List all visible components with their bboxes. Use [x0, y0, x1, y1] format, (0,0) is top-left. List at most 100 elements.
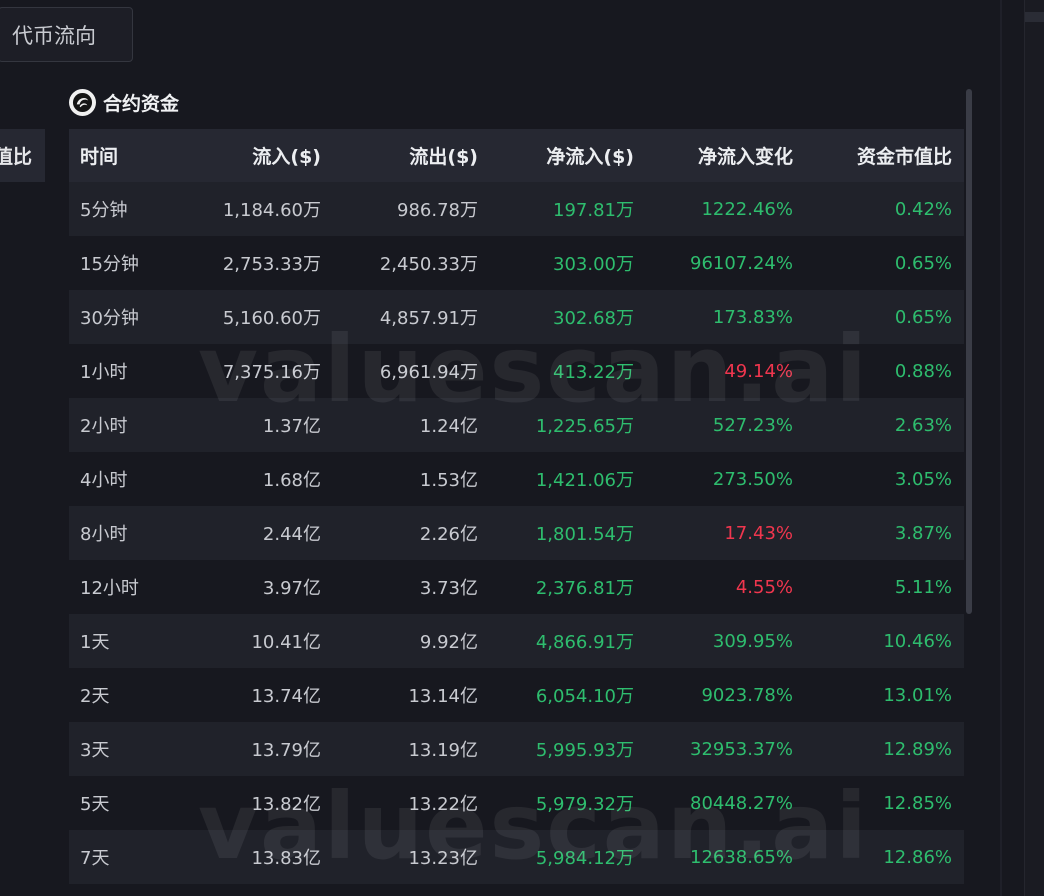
cell-outflow: 13.19亿 [408, 740, 478, 761]
page: 代币流向 值比 合约资金 时间 流入($) 流出($) 净流入($) 净流入变化… [0, 0, 1044, 896]
section-header: 合约资金 [69, 88, 179, 116]
cell-net-inflow: 6,054.10万 [535, 686, 634, 707]
cell-outflow: 1.53亿 [419, 470, 478, 491]
panel-divider [1000, 0, 1002, 896]
table-body: 5分钟 1,184.60万 986.78万 197.81万 1222.46% 0.42% 1… [69, 182, 964, 884]
cell-fund-market-cap-ratio: 10.46% [883, 630, 952, 652]
table-row[interactable]: 1小时 7,375.16万 6,961.94万 413.22万 49.14% 0.88% [69, 344, 964, 398]
cell-net-inflow: 2,376.81万 [535, 578, 634, 599]
cell-outflow: 986.78万 [397, 200, 478, 221]
cell-net-inflow-change: 1222.46% [701, 198, 793, 220]
cell-net-inflow-change: 173.83% [712, 306, 793, 328]
tab-token-flow[interactable]: 代币流向 [0, 7, 133, 62]
cell-net-inflow: 5,979.32万 [535, 794, 634, 815]
cell-time: 15分钟 [80, 254, 139, 275]
cell-net-inflow-change: 273.50% [712, 468, 793, 490]
header-time[interactable]: 时间 [69, 142, 164, 169]
cell-fund-market-cap-ratio: 13.01% [883, 684, 952, 706]
cell-net-inflow-change: 80448.27% [690, 792, 793, 814]
table-row[interactable]: 5天 13.82亿 13.22亿 5,979.32万 80448.27% 12.85% [69, 776, 964, 830]
cell-net-inflow-change: 12638.65% [690, 846, 793, 868]
left-table-header-fragment: 值比 [0, 129, 45, 182]
cell-inflow: 13.83亿 [251, 848, 321, 869]
cell-inflow: 5,160.60万 [222, 308, 321, 329]
table-row[interactable]: 15分钟 2,753.33万 2,450.33万 303.00万 96107.24% 0.… [69, 236, 964, 290]
cell-inflow: 7,375.16万 [222, 362, 321, 383]
cell-inflow: 3.97亿 [262, 578, 321, 599]
cell-fund-market-cap-ratio: 3.87% [894, 522, 952, 544]
cell-time: 5分钟 [80, 200, 128, 221]
cell-time: 2天 [80, 686, 110, 707]
cell-time: 5天 [80, 794, 110, 815]
cell-inflow: 13.74亿 [251, 686, 321, 707]
cell-net-inflow: 1,225.65万 [535, 416, 634, 437]
cell-net-inflow: 4,866.91万 [535, 632, 634, 653]
cell-inflow: 2,753.33万 [222, 254, 321, 275]
cell-outflow: 4,857.91万 [379, 308, 478, 329]
cell-net-inflow-change: 9023.78% [701, 684, 793, 706]
cell-net-inflow-change: 49.14% [724, 360, 793, 382]
table-row[interactable]: 8小时 2.44亿 2.26亿 1,801.54万 17.43% 3.87% [69, 506, 964, 560]
cell-fund-market-cap-ratio: 5.11% [894, 576, 952, 598]
contract-funds-table: 时间 流入($) 流出($) 净流入($) 净流入变化 资金市值比 5分钟 1,1… [69, 129, 964, 884]
cell-inflow: 1,184.60万 [222, 200, 321, 221]
cell-time: 8小时 [80, 524, 128, 545]
cell-fund-market-cap-ratio: 0.65% [894, 306, 952, 328]
cell-time: 1小时 [80, 362, 128, 383]
cell-net-inflow: 413.22万 [553, 362, 634, 383]
table-row[interactable]: 2天 13.74亿 13.14亿 6,054.10万 9023.78% 13.01% [69, 668, 964, 722]
table-row[interactable]: 1天 10.41亿 9.92亿 4,866.91万 309.95% 10.46% [69, 614, 964, 668]
cell-inflow: 13.79亿 [251, 740, 321, 761]
section-title: 合约资金 [103, 92, 180, 115]
cell-fund-market-cap-ratio: 3.05% [894, 468, 952, 490]
cell-outflow: 2.26亿 [419, 524, 478, 545]
table-header-row: 时间 流入($) 流出($) 净流入($) 净流入变化 资金市值比 [69, 129, 964, 182]
cell-inflow: 1.68亿 [262, 470, 321, 491]
table-row[interactable]: 3天 13.79亿 13.19亿 5,995.93万 32953.37% 12.89% [69, 722, 964, 776]
table-row[interactable]: 7天 13.83亿 13.23亿 5,984.12万 12638.65% 12.86% [69, 830, 964, 884]
right-side-panel [1024, 0, 1044, 896]
header-inflow[interactable]: 流入($) [164, 142, 321, 169]
cell-outflow: 6,961.94万 [379, 362, 478, 383]
header-net-inflow-change[interactable]: 净流入变化 [634, 142, 793, 169]
cell-net-inflow: 1,421.06万 [535, 470, 634, 491]
cell-time: 30分钟 [80, 308, 139, 329]
cell-time: 7天 [80, 848, 110, 869]
table-row[interactable]: 5分钟 1,184.60万 986.78万 197.81万 1222.46% 0.42% [69, 182, 964, 236]
table-row[interactable]: 30分钟 5,160.60万 4,857.91万 302.68万 173.83% 0.65… [69, 290, 964, 344]
cell-net-inflow: 302.68万 [553, 308, 634, 329]
cell-net-inflow-change: 32953.37% [690, 738, 793, 760]
header-net-inflow[interactable]: 净流入($) [478, 142, 634, 169]
cell-time: 12小时 [80, 578, 139, 599]
cell-net-inflow-change: 309.95% [712, 630, 793, 652]
header-outflow[interactable]: 流出($) [321, 142, 478, 169]
cell-inflow: 2.44亿 [262, 524, 321, 545]
cell-time: 2小时 [80, 416, 128, 437]
table-row[interactable]: 4小时 1.68亿 1.53亿 1,421.06万 273.50% 3.05% [69, 452, 964, 506]
cell-fund-market-cap-ratio: 12.85% [883, 792, 952, 814]
cell-inflow: 1.37亿 [262, 416, 321, 437]
cell-fund-market-cap-ratio: 12.86% [883, 846, 952, 868]
cell-outflow: 1.24亿 [419, 416, 478, 437]
cell-inflow: 13.82亿 [251, 794, 321, 815]
cell-net-inflow-change: 17.43% [724, 522, 793, 544]
cell-fund-market-cap-ratio: 2.63% [894, 414, 952, 436]
cell-time: 4小时 [80, 470, 128, 491]
cell-fund-market-cap-ratio: 12.89% [883, 738, 952, 760]
cell-fund-market-cap-ratio: 0.65% [894, 252, 952, 274]
table-row[interactable]: 12小时 3.97亿 3.73亿 2,376.81万 4.55% 5.11% [69, 560, 964, 614]
cell-inflow: 10.41亿 [251, 632, 321, 653]
header-fund-market-cap-ratio[interactable]: 资金市值比 [793, 142, 952, 169]
right-panel-handle[interactable] [1025, 12, 1044, 22]
table-scrollbar[interactable] [966, 89, 972, 614]
cell-outflow: 3.73亿 [419, 578, 478, 599]
cell-net-inflow-change: 96107.24% [690, 252, 793, 274]
cell-net-inflow: 303.00万 [553, 254, 634, 275]
cell-outflow: 13.22亿 [408, 794, 478, 815]
table-row[interactable]: 2小时 1.37亿 1.24亿 1,225.65万 527.23% 2.63% [69, 398, 964, 452]
tab-token-flow-label: 代币流向 [12, 23, 96, 48]
cell-outflow: 13.14亿 [408, 686, 478, 707]
cell-net-inflow: 5,995.93万 [535, 740, 634, 761]
cell-net-inflow-change: 4.55% [735, 576, 793, 598]
cell-net-inflow: 197.81万 [553, 200, 634, 221]
